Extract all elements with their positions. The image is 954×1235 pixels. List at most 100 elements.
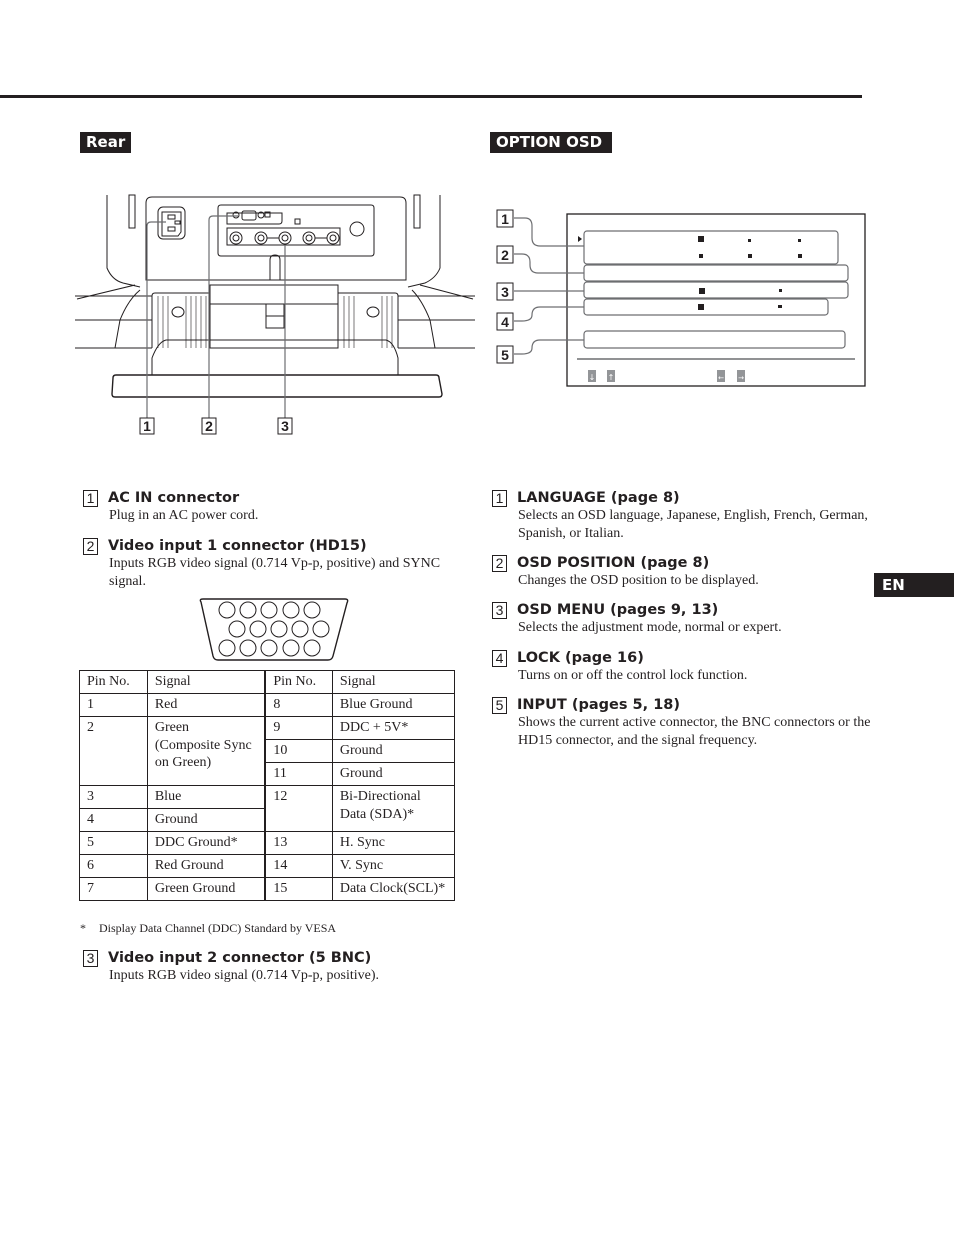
osd-item-2: 2 OSD POSITION (page 8) Changes the OSD p… (492, 554, 872, 590)
callout-label-3: 3 (281, 418, 289, 434)
callout-label-2: 2 (205, 418, 213, 434)
pin-number: 7 (79, 877, 148, 901)
callout-label-1: 1 (143, 418, 151, 434)
item-title: Video input 2 connector (5 BNC) (108, 950, 372, 966)
pin-number: 8 (264, 693, 333, 717)
rear-item-3: 3 Video input 2 connector (5 BNC) Inputs … (83, 949, 463, 985)
pin-hole-10 (312, 620, 330, 638)
pin-signal: Blue Ground (331, 693, 456, 717)
table-header-row: Pin No. Signal Pin No. Signal (79, 670, 456, 694)
item-number: 4 (492, 649, 507, 667)
pin-signal: H. Sync (331, 831, 456, 855)
item-number: 3 (492, 601, 507, 619)
pin-signal: DDC Ground* (146, 831, 266, 855)
hd15-pin-table: Pin No. Signal Pin No. Signal 1 Red 8 Blue Grou… (79, 670, 456, 901)
item-number: 1 (83, 489, 98, 507)
pin-hole-8 (270, 620, 288, 638)
column-header: Signal (146, 670, 266, 694)
pin-signal: Ground (331, 739, 456, 763)
pin-number: 15 (264, 877, 333, 901)
pin-signal: Blue (146, 785, 266, 809)
pin-hole-2 (239, 601, 257, 619)
language-tab: EN (874, 573, 954, 597)
footnote-text: Display Data Channel (DDC) Standard by V… (99, 921, 337, 935)
table-row: 3 Blue 12 Bi-Directional Data (SDA)* (79, 785, 456, 832)
pin-hole-5 (303, 601, 321, 619)
table-row: 6 Red Ground 14 V. Sync (79, 854, 456, 878)
pin-hole-7 (249, 620, 267, 638)
pin-hole-9 (291, 620, 309, 638)
rear-panel-diagram: 1 2 3 (75, 194, 475, 435)
pin-signal: Ground (331, 762, 456, 786)
pin-number: 14 (264, 854, 333, 878)
pin-number: 13 (264, 831, 333, 855)
footnote: * Display Data Channel (DDC) Standard by … (80, 921, 336, 936)
pin-signal: Red Ground (146, 854, 266, 878)
column-header: Signal (331, 670, 456, 694)
item-description: Changes the OSD position to be displayed… (518, 573, 759, 588)
pin-signal: V. Sync (331, 854, 456, 878)
osd-row-position (583, 264, 849, 282)
pin-hole-6 (228, 620, 246, 638)
item-title: LOCK (page 16) (517, 650, 644, 666)
pin-signal: Bi-Directional Data (SDA)* (331, 785, 456, 832)
column-header: Pin No. (264, 670, 333, 694)
item-description: Selects the adjustment mode, normal or e… (518, 620, 782, 635)
osd-item-3: 3 OSD MENU (pages 9, 13) Selects the adju… (492, 601, 872, 637)
item-title: AC IN connector (108, 490, 240, 506)
pin-number: 9 (264, 716, 333, 740)
item-title: OSD MENU (pages 9, 13) (517, 602, 719, 618)
pin-hole-4 (282, 601, 300, 619)
pin-signal: Green (Composite Sync on Green) (146, 716, 266, 786)
table-row: 2 Green (Composite Sync on Green) 9 DDC + 5… (79, 716, 456, 786)
osd-nav-keys: ↓ ↑ ← → (588, 370, 745, 382)
pin-signal: Ground (146, 808, 266, 832)
item-number: 2 (83, 537, 98, 555)
osd-row-lock (583, 298, 829, 316)
pin-hole-15 (303, 639, 321, 657)
pin-hole-13 (260, 639, 278, 657)
rear-callouts: 1 2 3 (139, 417, 293, 435)
pin-hole-14 (282, 639, 300, 657)
item-description: Turns on or off the control lock functio… (518, 668, 748, 683)
rear-item-2: 2 Video input 1 connector (HD15) Inputs R… (83, 537, 453, 590)
table-row: 7 Green Ground 15 Data Clock(SCL)* (79, 877, 456, 901)
svg-text:←: ← (718, 374, 724, 382)
top-rule (0, 95, 862, 98)
pin-hole-11 (218, 639, 236, 657)
osd-callout-label-4: 4 (501, 314, 509, 330)
pin-signal: DDC + 5V* (331, 716, 456, 740)
pin-signal: Data Clock(SCL)* (331, 877, 456, 901)
pin-number: 10 (264, 739, 333, 763)
svg-text:↑: ↑ (608, 373, 615, 382)
item-title: INPUT (pages 5, 18) (517, 697, 681, 713)
item-number: 3 (83, 949, 98, 967)
pin-hole-1 (218, 601, 236, 619)
pin-number: 1 (79, 693, 148, 717)
osd-callout-label-5: 5 (501, 347, 509, 363)
osd-row-language (583, 230, 839, 265)
pin-number: 2 (79, 716, 148, 786)
item-title: OSD POSITION (page 8) (517, 555, 710, 571)
item-title: Video input 1 connector (HD15) (108, 538, 367, 554)
pin-signal: Green Ground (146, 877, 266, 901)
pin-number: 12 (264, 785, 333, 832)
footnote-mark: * (80, 921, 86, 935)
svg-text:↓: ↓ (589, 373, 596, 382)
pin-number: 3 (79, 785, 148, 809)
hd15-pinout-icon (199, 598, 349, 661)
item-description: Plug in an AC power cord. (109, 508, 259, 523)
osd-item-1: 1 LANGUAGE (page 8) Selects an OSD langua… (492, 489, 872, 542)
osd-item-5: 5 INPUT (pages 5, 18) Shows the current a… (492, 696, 872, 749)
option-osd-diagram: ↓ ↑ ← → 1 2 3 4 5 (496, 209, 866, 387)
section-label-rear: Rear (80, 132, 132, 153)
pin-hole-3 (260, 601, 278, 619)
section-label-option-osd: OPTION OSD (490, 132, 612, 153)
pin-number: 6 (79, 854, 148, 878)
osd-cursor-icon (578, 236, 582, 242)
table-row: 1 Red 8 Blue Ground (79, 693, 456, 717)
osd-callout-label-1: 1 (501, 211, 509, 227)
pin-signal: Red (146, 693, 266, 717)
osd-row-menu (583, 281, 849, 299)
pin-number: 5 (79, 831, 148, 855)
